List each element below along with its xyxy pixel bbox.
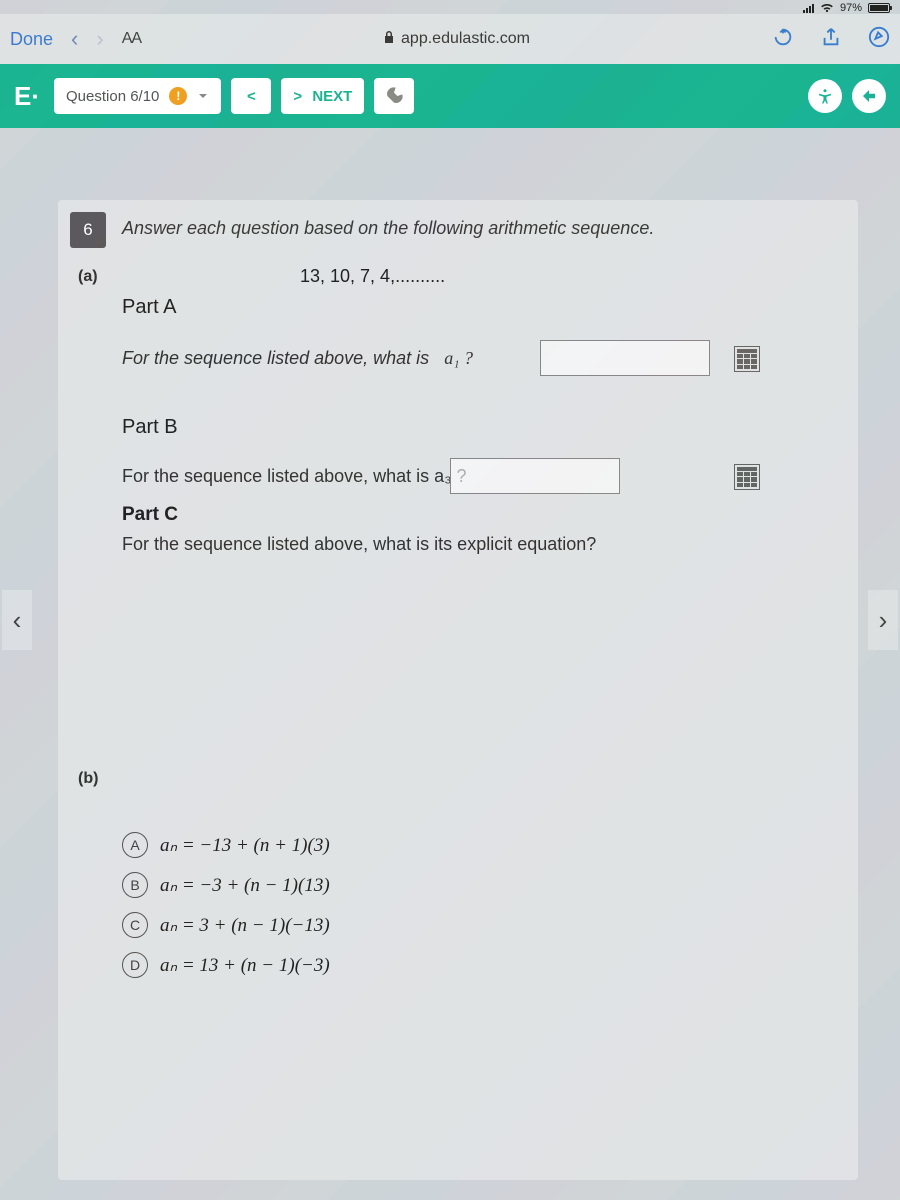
- choice-letter: C: [122, 912, 148, 938]
- part-a-text: For the sequence listed above, what is: [122, 348, 429, 368]
- part-c-question: For the sequence listed above, what is i…: [122, 534, 596, 555]
- reload-button[interactable]: [772, 26, 794, 53]
- choice-d[interactable]: D aₙ = 13 + (n − 1)(−3): [122, 952, 330, 978]
- choice-b-text: aₙ = −3 + (n − 1)(13): [160, 874, 330, 897]
- sequence-display: 13, 10, 7, 4,..........: [300, 266, 445, 287]
- part-b-question: For the sequence listed above, what is a…: [122, 466, 467, 487]
- choice-c[interactable]: C aₙ = 3 + (n − 1)(−13): [122, 912, 330, 938]
- part-b-answer-input[interactable]: [450, 458, 620, 494]
- text-size-button[interactable]: AA: [122, 30, 141, 48]
- question-label: Question 6/10: [66, 88, 159, 105]
- question-prompt: Answer each question based on the follow…: [122, 218, 840, 239]
- accessibility-button[interactable]: [808, 79, 842, 113]
- page-prev-button[interactable]: ‹: [2, 590, 32, 650]
- question-number-badge: 6: [70, 212, 106, 248]
- share-button[interactable]: [820, 26, 842, 53]
- battery-percent: 97%: [840, 2, 862, 14]
- chevron-down-icon: [197, 90, 209, 102]
- part-c-heading: Part C: [122, 504, 178, 526]
- choice-c-text: aₙ = 3 + (n − 1)(−13): [160, 914, 330, 937]
- tools-button[interactable]: [374, 78, 414, 114]
- prev-question-button[interactable]: <: [231, 78, 271, 114]
- choice-a[interactable]: A aₙ = −13 + (n + 1)(3): [122, 832, 330, 858]
- choice-a-text: aₙ = −13 + (n + 1)(3): [160, 834, 330, 857]
- subpart-a-label: (a): [78, 268, 98, 286]
- lock-icon: [383, 30, 395, 49]
- part-b-heading: Part B: [122, 416, 178, 439]
- choice-d-text: aₙ = 13 + (n − 1)(−3): [160, 954, 330, 977]
- keypad-icon[interactable]: [734, 464, 760, 490]
- forward-button[interactable]: ›: [96, 26, 103, 52]
- subpart-b-label: (b): [78, 770, 98, 788]
- answer-choices: A aₙ = −13 + (n + 1)(3) B aₙ = −3 + (n −…: [122, 832, 330, 978]
- url-host: app.edulastic.com: [401, 30, 530, 48]
- keypad-icon[interactable]: [734, 346, 760, 372]
- app-logo: E·: [14, 81, 40, 112]
- part-a-answer-input[interactable]: [540, 340, 710, 376]
- browser-toolbar: Done ‹ › AA app.edulastic.com: [0, 14, 900, 64]
- choice-letter: B: [122, 872, 148, 898]
- app-header: E· Question 6/10 ! < > NEXT: [0, 64, 900, 128]
- edit-button[interactable]: [868, 26, 890, 53]
- part-a-question: For the sequence listed above, what is a…: [122, 348, 473, 369]
- page-next-button[interactable]: ›: [868, 590, 898, 650]
- signal-bars-icon: [803, 4, 814, 13]
- wifi-icon: [820, 2, 834, 14]
- battery-icon: [868, 3, 890, 13]
- part-a-term: a₁ ?: [444, 348, 473, 368]
- done-button[interactable]: Done: [10, 29, 53, 50]
- choice-letter: A: [122, 832, 148, 858]
- exit-button[interactable]: [852, 79, 886, 113]
- alert-badge-icon: !: [169, 87, 187, 105]
- next-label: NEXT: [312, 88, 352, 105]
- next-question-button[interactable]: > NEXT: [281, 78, 364, 114]
- choice-b[interactable]: B aₙ = −3 + (n − 1)(13): [122, 872, 330, 898]
- choice-letter: D: [122, 952, 148, 978]
- address-bar[interactable]: app.edulastic.com: [159, 30, 754, 49]
- part-a-heading: Part A: [122, 296, 176, 319]
- back-button[interactable]: ‹: [71, 26, 78, 52]
- question-selector[interactable]: Question 6/10 !: [54, 78, 221, 114]
